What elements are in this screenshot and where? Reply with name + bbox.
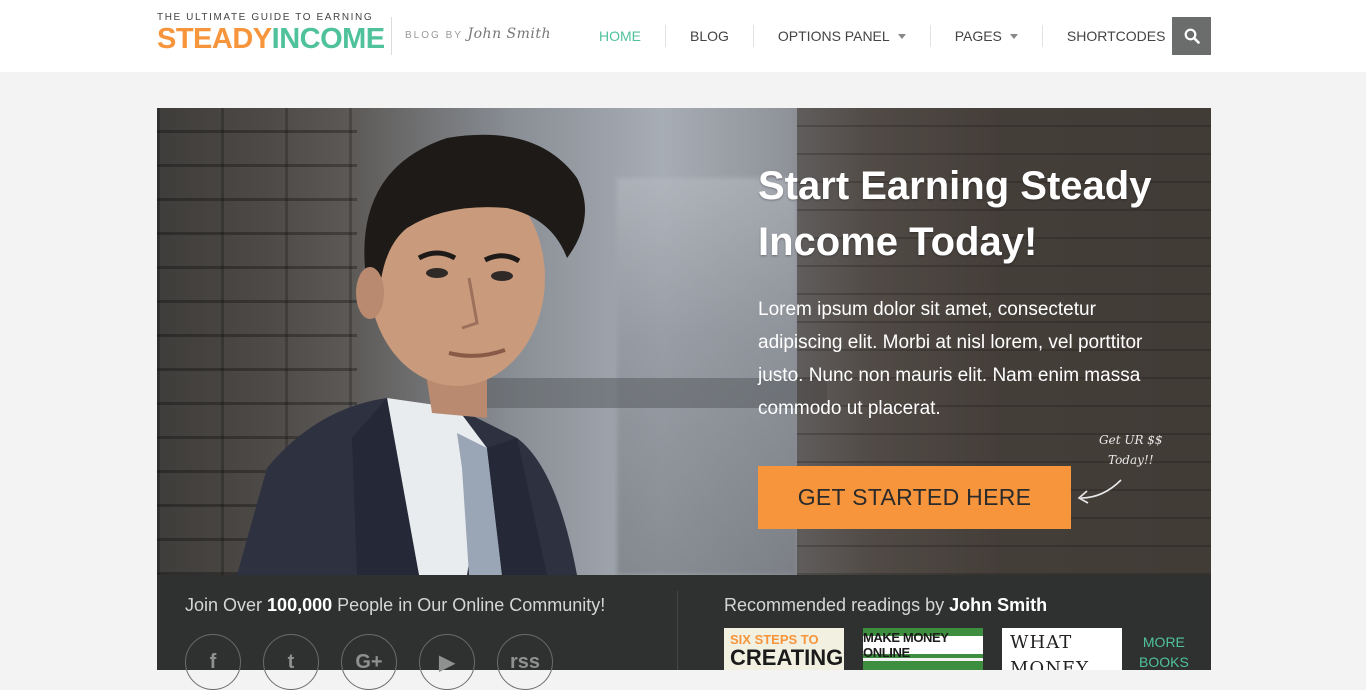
search-icon: [1184, 28, 1200, 44]
nav-item-home[interactable]: HOME: [583, 25, 666, 47]
readings-prefix: Recommended readings by: [724, 595, 945, 615]
community-prefix: Join Over: [185, 595, 263, 615]
blog-by: BLOG BY John Smith: [405, 26, 551, 42]
nav-options-label: OPTIONS PANEL: [777, 28, 890, 44]
arrow-left-icon: [1077, 479, 1122, 504]
facebook-icon[interactable]: f: [185, 634, 241, 690]
site-logo[interactable]: THE ULTIMATE GUIDE TO EARNING STEADYINCO…: [157, 12, 385, 55]
youtube-icon[interactable]: ▶: [419, 634, 475, 690]
hero-title: Start Earning Steady Income Today!: [758, 164, 1152, 264]
social-links: f t G+ ▶ rss: [185, 634, 553, 690]
nav-item-pages[interactable]: PAGES: [931, 25, 1043, 47]
logo-wordmark: STEADYINCOME: [157, 23, 385, 55]
book-cover-what-money[interactable]: WHAT MONEY: [1002, 628, 1122, 670]
book2-band: MAKE MONEY ONLINE: [863, 630, 983, 660]
logo-steady: STEADY: [157, 23, 272, 55]
logo-income: INCOME: [271, 23, 386, 55]
nav-home-label: HOME: [599, 28, 641, 44]
community-suffix: People in Our Online Community!: [337, 595, 606, 615]
nav-shortcodes-label: SHORTCODES: [1066, 28, 1166, 44]
book-cover-six-steps[interactable]: SIX STEPS TO CREATING: [724, 628, 844, 670]
search-button[interactable]: [1172, 17, 1211, 55]
book-cover-make-money-online[interactable]: MAKE MONEY ONLINE: [863, 628, 983, 670]
strip-divider: [677, 591, 678, 670]
hero-note-line2: Today!!: [1108, 453, 1154, 467]
readings-heading: Recommended readings by John Smith: [724, 595, 1047, 616]
more-books-link[interactable]: MORE BOOKS: [1139, 632, 1189, 672]
get-started-button[interactable]: GET STARTED HERE: [758, 466, 1071, 529]
hero-note-line1: Get UR $$: [1099, 433, 1163, 447]
nav-blog-label: BLOG: [690, 28, 729, 44]
nav-item-options-panel[interactable]: OPTIONS PANEL: [754, 25, 931, 47]
hero-banner: Start Earning Steady Income Today! Lorem…: [157, 108, 1211, 575]
chevron-down-icon: [1009, 33, 1018, 39]
nav-item-blog[interactable]: BLOG: [666, 25, 754, 47]
book2-title: MAKE MONEY ONLINE: [863, 630, 949, 660]
community-count: 100,000: [267, 595, 333, 615]
more-books-line1: MORE: [1142, 634, 1185, 650]
community-heading: Join Over 100,000 People in Our Online C…: [185, 595, 605, 616]
hero-person-image: [237, 134, 585, 575]
book3-line2: MONEY: [1010, 658, 1089, 670]
nav-item-shortcodes[interactable]: SHORTCODES: [1043, 25, 1192, 47]
google-plus-icon[interactable]: G+: [341, 634, 397, 690]
logo-divider: [391, 17, 392, 55]
blog-by-author: John Smith: [467, 26, 552, 42]
hero-text: Lorem ipsum dolor sit amet, consectetur …: [758, 299, 1143, 419]
rss-icon[interactable]: rss: [497, 634, 553, 690]
main-nav: HOME BLOG OPTIONS PANEL PAGES SHORTCODES: [583, 0, 1191, 72]
community-strip: Join Over 100,000 People in Our Online C…: [157, 575, 1211, 690]
book3-line1: WHAT: [1010, 632, 1073, 653]
hero-handwritten-note: Get UR $$ Today!!: [1099, 430, 1163, 470]
more-books-line2: BOOKS: [1139, 654, 1189, 670]
nav-pages-label: PAGES: [954, 28, 1002, 44]
readings-author: John Smith: [949, 595, 1048, 615]
book1-line2: CREATING: [730, 645, 844, 670]
chevron-down-icon: [897, 33, 906, 39]
logo-tagline: THE ULTIMATE GUIDE TO EARNING: [157, 12, 374, 23]
blog-by-prefix: BLOG BY: [405, 30, 463, 41]
site-header: THE ULTIMATE GUIDE TO EARNING STEADYINCO…: [0, 0, 1366, 72]
twitter-icon[interactable]: t: [263, 634, 319, 690]
